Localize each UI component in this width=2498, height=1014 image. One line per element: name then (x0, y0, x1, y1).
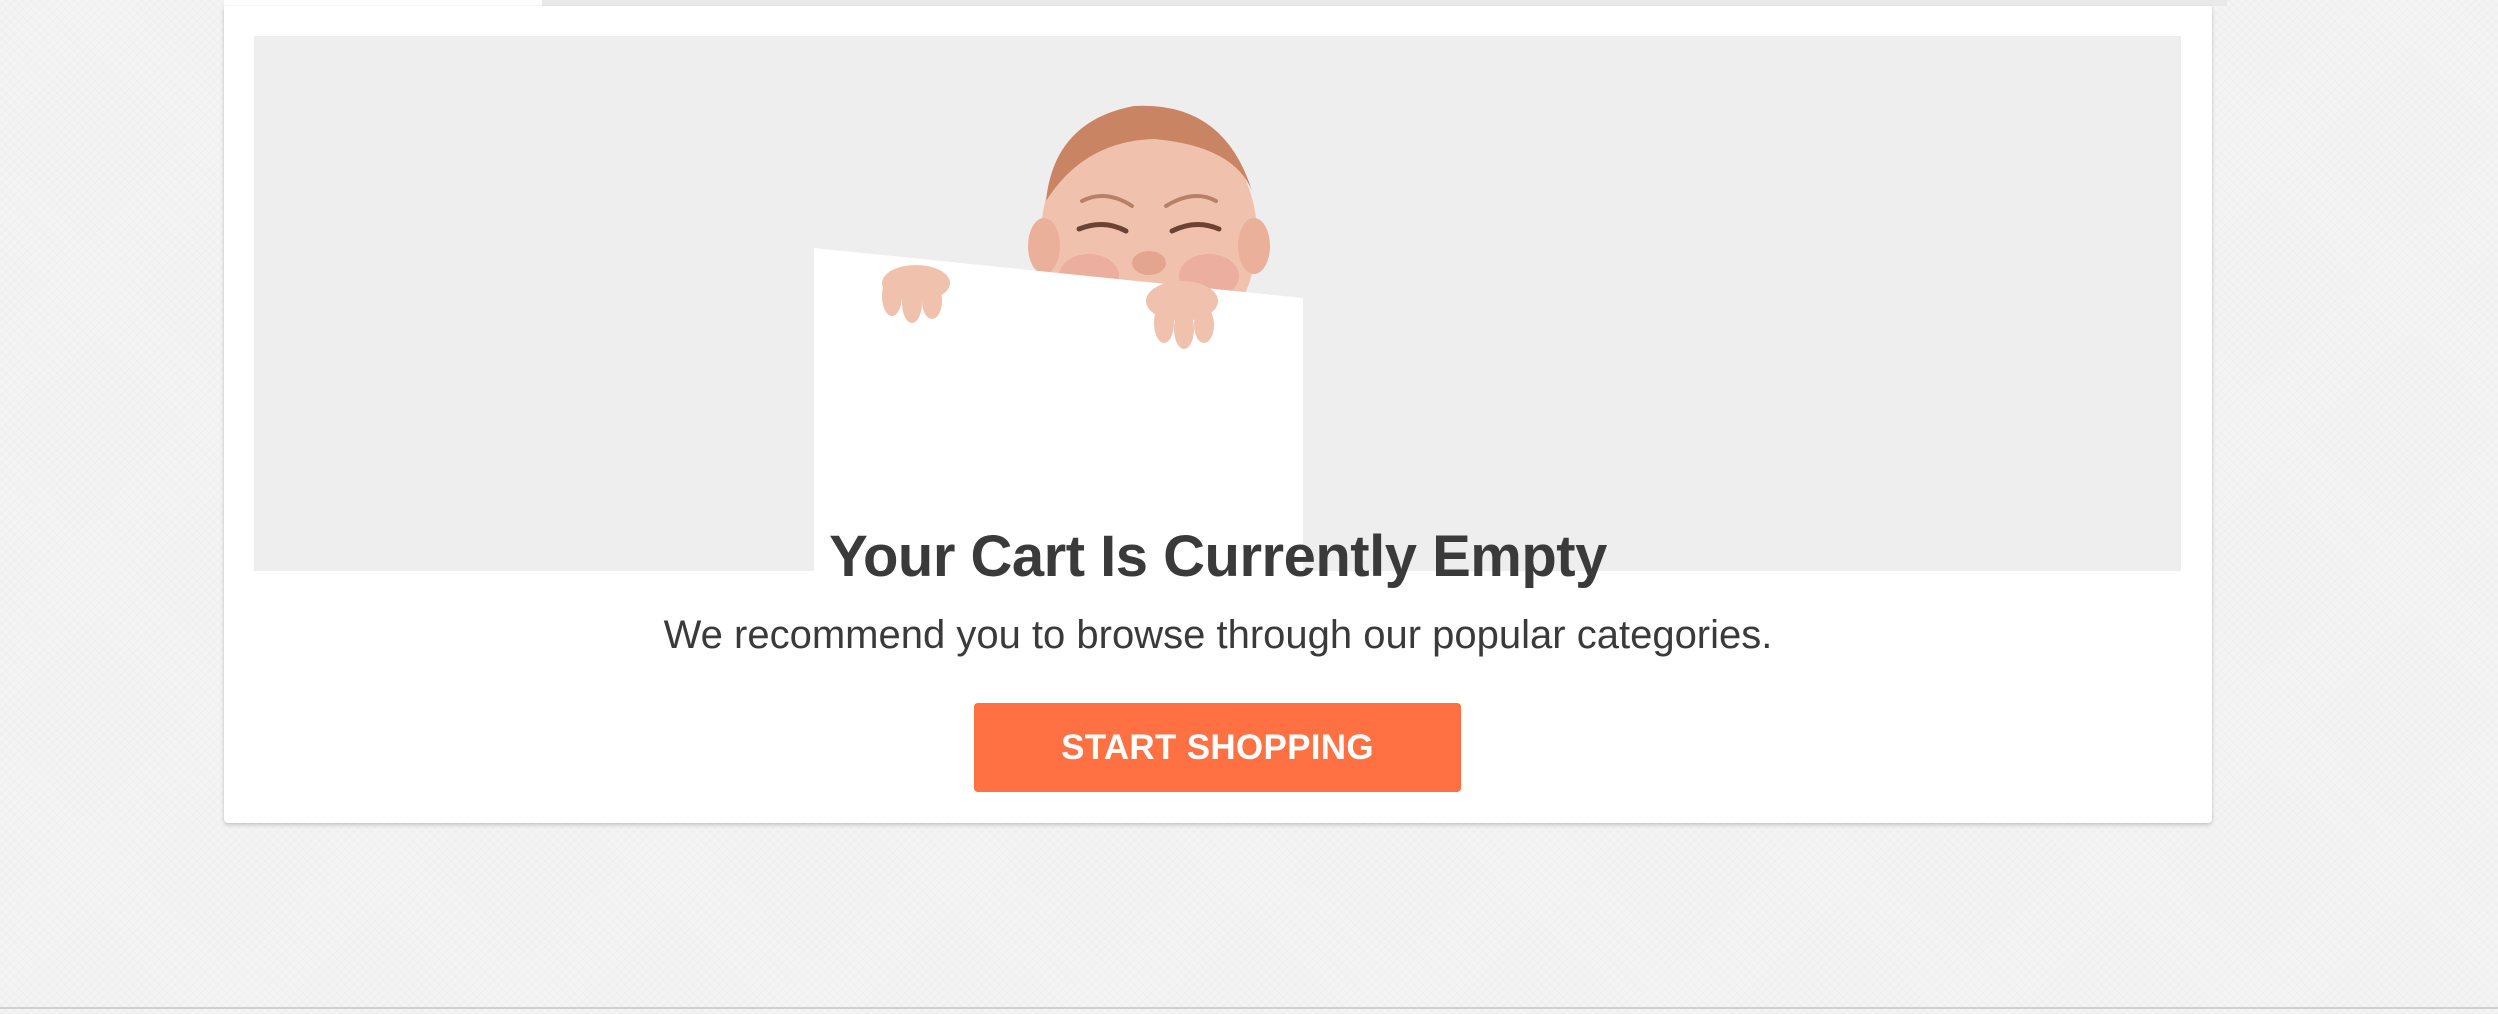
footer-divider (0, 1007, 2498, 1009)
crying-baby-illustration (814, 105, 1303, 571)
empty-cart-card: Your Cart Is Currently Empty We recommen… (224, 6, 2212, 823)
empty-cart-subtitle: We recommend you to browse through our p… (663, 613, 1773, 657)
empty-cart-hero (254, 36, 2181, 571)
empty-cart-title: Your Cart Is Currently Empty (829, 524, 1607, 589)
start-shopping-button[interactable]: START SHOPPING (974, 703, 1461, 792)
